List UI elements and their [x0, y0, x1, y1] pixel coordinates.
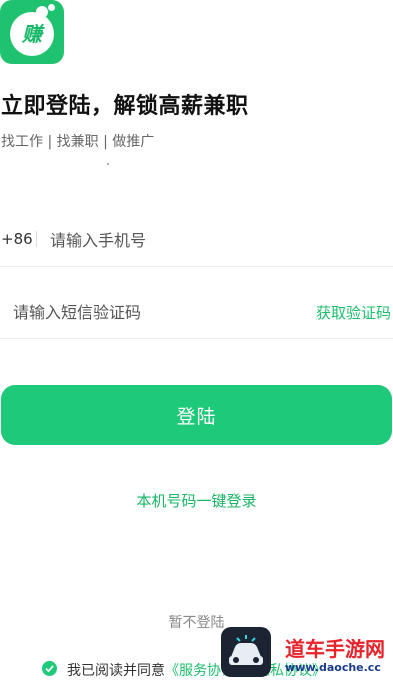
divider-dot: [107, 163, 109, 165]
app-logo-icon: 赚: [0, 0, 64, 64]
watermark-url: www.daoche.cc: [285, 661, 381, 674]
logo-text: 赚: [22, 22, 42, 46]
login-button[interactable]: 登陆: [1, 385, 392, 445]
phone-field-row: +86: [0, 216, 393, 267]
watermark-car-icon: [221, 627, 271, 677]
watermark-title: 道车手游网: [285, 637, 385, 661]
check-circle-icon[interactable]: [42, 661, 57, 676]
page-subtitle: 找工作 | 找兼职 | 做推广: [1, 134, 155, 150]
logo-bubble: [48, 4, 55, 11]
page-title: 立即登陆，解锁高薪兼职: [1, 94, 249, 119]
get-code-button[interactable]: 获取验证码: [316, 302, 391, 323]
login-screen: 赚 立即登陆，解锁高薪兼职 找工作 | 找兼职 | 做推广 +86 获取验证码 …: [0, 0, 393, 681]
watermark: 道车手游网 www.daoche.cc: [221, 625, 393, 681]
one-click-login-link[interactable]: 本机号码一键登录: [0, 490, 393, 511]
phone-number-input[interactable]: [50, 226, 370, 254]
sms-code-field-row: 获取验证码: [0, 290, 393, 339]
agreement-prefix: 我已阅读并同意: [67, 663, 165, 679]
country-code-divider: [36, 231, 37, 247]
country-code-selector[interactable]: +86: [1, 230, 33, 248]
sms-code-input[interactable]: [13, 298, 283, 326]
